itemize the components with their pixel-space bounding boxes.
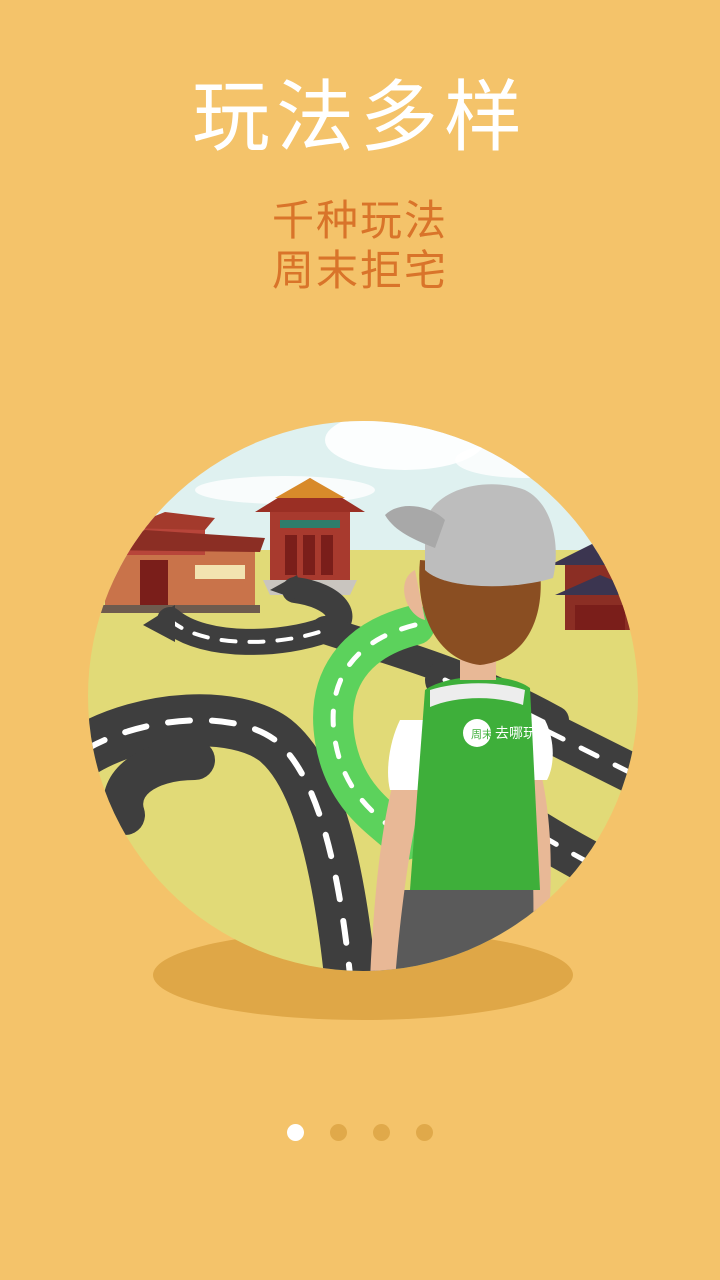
onboarding-screen[interactable]: 玩法多样 千种玩法 周末拒宅 周末 去哪玩	[0, 0, 720, 1280]
page-dot-3[interactable]	[373, 1124, 390, 1141]
brand-logo-char: 周末	[471, 727, 493, 741]
hero-illustration: 周末 去哪玩	[85, 420, 645, 1030]
page-indicator	[0, 1122, 720, 1142]
subtitle: 千种玩法 周末拒宅	[0, 196, 720, 296]
page-dot-1[interactable]	[287, 1124, 304, 1141]
page-title: 玩法多样	[191, 73, 528, 163]
page-dot-2[interactable]	[330, 1124, 347, 1141]
road-choice-illustration: 周末 去哪玩	[88, 421, 638, 1020]
brand-name: 去哪玩	[495, 726, 537, 742]
subtitle-line-2: 周末拒宅	[271, 246, 448, 295]
page-dot-4[interactable]	[416, 1124, 433, 1141]
subtitle-line-1: 千种玩法	[271, 196, 448, 245]
